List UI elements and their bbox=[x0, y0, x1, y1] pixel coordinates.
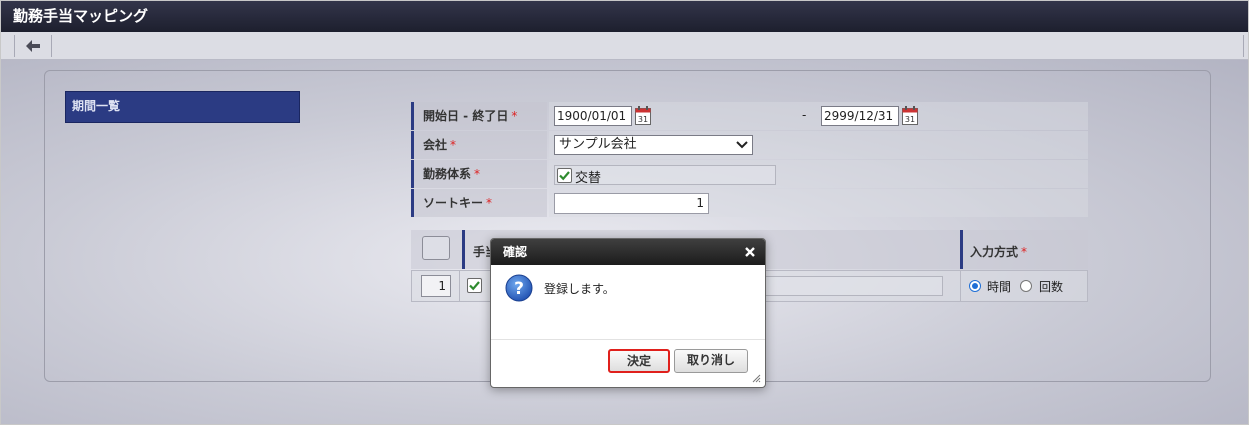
work-system-value: 交替 bbox=[549, 160, 1088, 188]
window-title: 勤務手当マッピング bbox=[1, 1, 1248, 32]
radio-count[interactable] bbox=[1020, 280, 1032, 292]
question-icon: ? bbox=[505, 274, 533, 302]
form-row-company: 会社 * サンプル会社 bbox=[411, 131, 1088, 159]
cancel-button[interactable]: 取り消し bbox=[674, 349, 748, 373]
dialog-message: 登録します。 bbox=[544, 282, 615, 296]
dialog-divider bbox=[491, 339, 765, 340]
company-label: 会社 * bbox=[411, 131, 547, 159]
radio-count-label: 回数 bbox=[1039, 280, 1064, 294]
company-select[interactable]: サンプル会社 bbox=[554, 135, 753, 155]
row-checkbox[interactable] bbox=[467, 278, 482, 293]
radio-time-label: 時間 bbox=[987, 280, 1012, 294]
period-list-tab[interactable]: 期間一覧 bbox=[65, 91, 300, 123]
end-date-input[interactable]: 2999/12/31 bbox=[821, 106, 899, 126]
column-divider bbox=[960, 230, 963, 269]
calendar-icon[interactable]: 31 bbox=[902, 106, 918, 125]
ok-button[interactable]: 決定 bbox=[608, 349, 670, 373]
required-mark: * bbox=[474, 167, 481, 181]
app-window: 勤務手当マッピング 期間一覧 開始日 - 終了日* 1900/01/01 31 bbox=[0, 0, 1249, 425]
toolbar bbox=[1, 32, 1248, 60]
svg-text:31: 31 bbox=[638, 115, 648, 124]
required-mark: * bbox=[486, 196, 493, 210]
column-header-input-method: 入力方式 * bbox=[970, 245, 1028, 259]
column-divider bbox=[960, 271, 961, 301]
form-row-period: 開始日 - 終了日 * 1900/01/01 31 - 2999/12/31 3… bbox=[411, 102, 1088, 130]
form-row-sort-key: ソートキー * 1 bbox=[411, 189, 1088, 217]
confirm-dialog: 確認 ? 登録します。 決定 取り消し bbox=[490, 238, 766, 388]
start-date-input[interactable]: 1900/01/01 bbox=[554, 106, 632, 126]
required-mark: * bbox=[511, 109, 518, 123]
range-separator: - bbox=[802, 108, 807, 122]
company-selected: サンプル会社 bbox=[559, 137, 637, 152]
sort-key-label: ソートキー * bbox=[411, 189, 547, 217]
dialog-title: 確認 bbox=[491, 239, 765, 265]
close-icon[interactable] bbox=[744, 246, 756, 258]
company-value: サンプル会社 bbox=[549, 131, 1088, 159]
checkmark-icon bbox=[559, 171, 570, 181]
work-system-name: 交替 bbox=[575, 171, 602, 186]
calendar-icon[interactable]: 31 bbox=[635, 106, 651, 125]
allowance-field[interactable] bbox=[760, 276, 943, 296]
select-all-box[interactable] bbox=[422, 236, 450, 260]
chevron-down-icon bbox=[736, 141, 748, 149]
svg-text:31: 31 bbox=[905, 115, 915, 124]
period-label: 開始日 - 終了日 * bbox=[411, 102, 547, 130]
back-button[interactable] bbox=[14, 35, 52, 57]
resize-grip-icon[interactable] bbox=[752, 374, 761, 383]
work-system-label: 勤務体系 * bbox=[411, 160, 547, 188]
arrow-left-icon bbox=[26, 40, 40, 52]
checkmark-icon bbox=[469, 281, 480, 291]
radio-time[interactable] bbox=[969, 280, 981, 292]
sort-key-value: 1 bbox=[549, 189, 1088, 217]
toolbar-divider bbox=[1243, 35, 1244, 57]
work-system-checkbox[interactable] bbox=[557, 168, 572, 183]
work-system-field: 交替 bbox=[554, 165, 776, 186]
required-mark: * bbox=[1021, 245, 1028, 259]
column-divider bbox=[459, 271, 460, 301]
form-row-work-system: 勤務体系 * 交替 bbox=[411, 160, 1088, 188]
svg-text:?: ? bbox=[514, 279, 524, 299]
period-value: 1900/01/01 31 - 2999/12/31 31 bbox=[549, 102, 1088, 130]
column-divider bbox=[462, 230, 465, 269]
sort-key-input[interactable]: 1 bbox=[554, 193, 709, 214]
required-mark: * bbox=[450, 138, 457, 152]
row-number: 1 bbox=[421, 275, 451, 297]
